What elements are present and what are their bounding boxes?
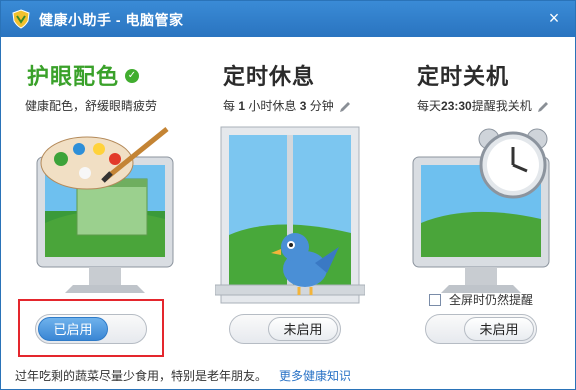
feature-title: 护眼配色 [27,64,120,89]
toggle-label: 未启用 [464,317,534,341]
feature-desc: 每 1 小时休息 3 分钟 [223,97,352,114]
checkbox-box[interactable] [429,294,441,306]
shutdown-toggle[interactable]: 未启用 [425,314,537,344]
palette-monitor-image [36,127,174,293]
window-title: 健康小助手 - 电脑管家 [39,12,184,28]
edit-pencil-icon[interactable] [536,101,550,113]
window-bird-image [215,126,365,304]
toggle-label: 未启用 [268,317,338,341]
footer: 过年吃剩的蔬菜尽量少食用，特别是老年朋友。 更多健康知识 [1,361,575,389]
feature-eye-care: 护眼配色 ✓ 健康配色，舒缓眼睛疲劳 已启用 [11,37,191,344]
feature-title: 定时休息 [223,64,316,89]
timed-rest-toggle[interactable]: 未启用 [229,314,341,344]
clock-monitor-image [412,128,550,293]
fullscreen-reminder-checkbox[interactable]: 全屏时仍然提醒 [429,291,533,308]
close-icon[interactable]: × [543,7,565,29]
health-assistant-window: 健康小助手 - 电脑管家 × 护眼配色 ✓ 健康配色，舒缓眼睛疲劳 已启用 定时… [0,0,576,390]
feature-desc: 健康配色，舒缓眼睛疲劳 [25,99,158,113]
more-health-link[interactable]: 更多健康知识 [279,367,351,384]
feature-desc: 每天23:30提醒我关机 [417,97,550,114]
health-tip: 过年吃剩的蔬菜尽量少食用，特别是老年朋友。 [15,369,268,383]
feature-title: 定时关机 [417,64,510,89]
title-bar: 健康小助手 - 电脑管家 × [1,1,575,37]
highlight-box [18,299,164,357]
shield-logo-icon [12,9,30,29]
checkbox-label: 全屏时仍然提醒 [449,293,534,307]
edit-pencil-icon[interactable] [338,101,352,113]
enabled-check-icon: ✓ [125,69,139,83]
feature-timed-rest: 定时休息 每 1 小时休息 3 分钟 未启用 [201,37,381,344]
